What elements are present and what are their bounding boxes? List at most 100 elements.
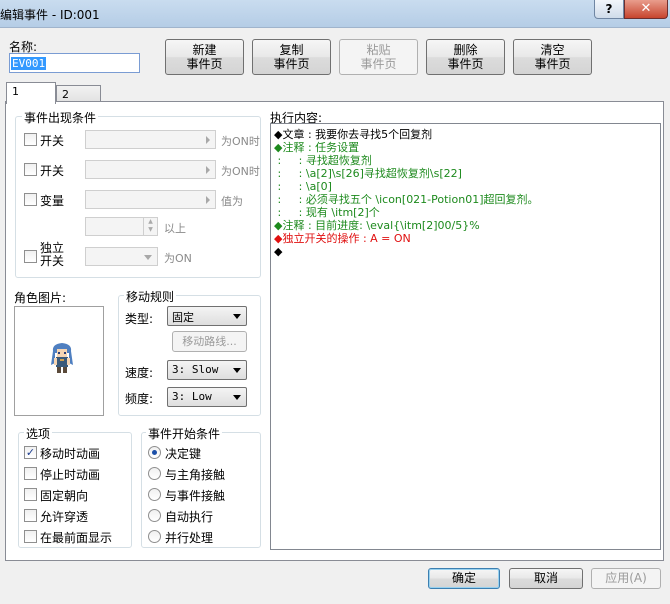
switch2-selector[interactable]: [85, 160, 216, 179]
trigger-parallel-label: 并行处理: [165, 531, 214, 545]
tab-page-1[interactable]: 1: [6, 82, 56, 104]
option-direction-fix-checkbox[interactable]: [24, 488, 37, 501]
self-switch-checkbox[interactable]: [24, 250, 37, 263]
title-bar[interactable]: 编辑事件 - ID:001 ? ✕: [0, 0, 670, 28]
move-speed-select[interactable]: 3: Slow: [167, 360, 247, 380]
close-button[interactable]: ✕: [624, 0, 668, 19]
move-route-button[interactable]: 移动路线...: [172, 331, 247, 352]
event-command-list[interactable]: ◆文章 : 我要你去寻找5个回复剂 ◆注释 : 任务设置 : : 寻找超恢复剂 …: [270, 123, 661, 550]
copy-page-line2: 事件页: [273, 57, 310, 71]
paste-page-line1: 粘贴: [366, 43, 391, 57]
variable-checkbox[interactable]: [24, 193, 37, 206]
chevron-right-icon: [206, 136, 210, 144]
option-through-checkbox[interactable]: [24, 509, 37, 522]
trigger-event-touch-label: 与事件接触: [165, 489, 226, 503]
self-switch-label-line1: 独立: [40, 241, 65, 255]
self-switch-label: 独立 开关: [40, 242, 64, 268]
move-freq-select[interactable]: 3: Low: [167, 387, 247, 407]
apply-button[interactable]: 应用(A): [591, 568, 661, 589]
new-page-line2: 事件页: [186, 57, 223, 71]
delete-page-line2: 事件页: [447, 57, 484, 71]
trigger-parallel-radio[interactable]: [148, 530, 161, 543]
command-line[interactable]: ◆: [274, 245, 282, 258]
command-line[interactable]: ◆注释 : 任务设置: [274, 141, 359, 154]
new-page-line1: 新建: [192, 43, 217, 57]
delete-page-line1: 删除: [453, 43, 478, 57]
variable-label: 变量: [40, 194, 65, 208]
command-line[interactable]: ◆注释 : 目前进度: \eval{\itm[2]00/5}%: [274, 219, 480, 232]
option-walk-anim-label: 移动时动画: [40, 447, 101, 461]
trigger-autorun-label: 自动执行: [165, 510, 214, 524]
self-switch-selector[interactable]: [85, 247, 158, 266]
trigger-autorun-radio[interactable]: [148, 509, 161, 522]
new-page-button[interactable]: 新建 事件页: [165, 39, 244, 75]
character-graphic-box[interactable]: [14, 306, 104, 416]
trigger-action-radio[interactable]: [148, 446, 161, 459]
switch1-checkbox[interactable]: [24, 133, 37, 146]
delete-page-button[interactable]: 删除 事件页: [426, 39, 505, 75]
chevron-right-icon: [206, 166, 210, 174]
option-through-label: 允许穿透: [40, 510, 89, 524]
variable-suffix: 值为: [221, 195, 243, 208]
trigger-action-label: 决定键: [165, 447, 202, 461]
self-switch-suffix: 为ON: [164, 252, 192, 265]
move-type-value: 固定: [172, 311, 194, 324]
copy-page-button[interactable]: 复制 事件页: [252, 39, 331, 75]
movement-title: 移动规则: [124, 288, 177, 305]
trigger-title: 事件开始条件: [146, 425, 223, 442]
conditions-title: 事件出现条件: [22, 109, 99, 126]
chevron-down-icon: [233, 395, 241, 400]
name-input-value: EV001: [11, 57, 47, 70]
trigger-player-touch-radio[interactable]: [148, 467, 161, 480]
paste-page-button[interactable]: 粘贴 事件页: [339, 39, 418, 75]
clear-page-button[interactable]: 清空 事件页: [513, 39, 592, 75]
copy-page-line1: 复制: [279, 43, 304, 57]
character-sprite-icon: [51, 343, 73, 373]
chevron-down-icon: [233, 368, 241, 373]
graphic-label: 角色图片:: [14, 291, 67, 305]
option-step-anim-label: 停止时动画: [40, 468, 101, 482]
option-always-top-label: 在最前面显示: [40, 531, 113, 545]
command-line[interactable]: : : \a[0]: [274, 180, 331, 193]
variable-value-spinner[interactable]: ▲ ▼: [85, 217, 158, 236]
switch1-label: 开关: [40, 134, 65, 148]
move-freq-value: 3: Low: [172, 390, 212, 403]
move-freq-label: 频度:: [125, 392, 154, 406]
option-step-anim-checkbox[interactable]: [24, 467, 37, 480]
option-always-top-checkbox[interactable]: [24, 530, 37, 543]
command-line[interactable]: ◆独立开关的操作 : A = ON: [274, 232, 411, 245]
chevron-right-icon: [206, 196, 210, 204]
option-walk-anim-checkbox[interactable]: ✓: [24, 446, 37, 459]
spinner-arrows-icon[interactable]: ▲ ▼: [143, 218, 157, 235]
clear-page-line2: 事件页: [534, 57, 571, 71]
move-speed-value: 3: Slow: [172, 363, 219, 376]
option-direction-fix-label: 固定朝向: [40, 489, 89, 503]
command-line[interactable]: : : 寻找超恢复剂: [274, 154, 371, 167]
command-line[interactable]: ◆文章 : 我要你去寻找5个回复剂: [274, 128, 432, 141]
ok-button[interactable]: 确定: [428, 568, 500, 589]
cancel-button[interactable]: 取消: [509, 568, 583, 589]
command-line[interactable]: : : 现有 \itm[2]个: [274, 206, 379, 219]
self-switch-label-line2: 开关: [40, 254, 65, 268]
switch2-label: 开关: [40, 164, 65, 178]
switch1-suffix: 为ON时: [221, 135, 260, 148]
window-title: 编辑事件 - ID:001: [0, 8, 100, 22]
move-speed-label: 速度:: [125, 366, 154, 380]
switch2-checkbox[interactable]: [24, 163, 37, 176]
paste-page-line2: 事件页: [360, 57, 397, 71]
trigger-event-touch-radio[interactable]: [148, 488, 161, 501]
chevron-down-icon: [233, 314, 241, 319]
trigger-player-touch-label: 与主角接触: [165, 468, 226, 482]
command-line[interactable]: : : \a[2]\s[26]寻找超恢复剂\s[22]: [274, 167, 461, 180]
variable-selector[interactable]: [85, 190, 216, 209]
chevron-down-icon: [144, 255, 152, 260]
switch2-suffix: 为ON时: [221, 165, 260, 178]
switch1-selector[interactable]: [85, 130, 216, 149]
variable-suffix2: 以上: [164, 222, 186, 235]
options-title: 选项: [24, 425, 53, 442]
help-button[interactable]: ?: [594, 0, 624, 19]
move-type-select[interactable]: 固定: [167, 306, 247, 326]
command-line[interactable]: : : 必须寻找五个 \icon[021-Potion01]超回复剂。: [274, 193, 538, 206]
name-input[interactable]: EV001: [9, 53, 140, 73]
move-type-label: 类型:: [125, 312, 154, 326]
